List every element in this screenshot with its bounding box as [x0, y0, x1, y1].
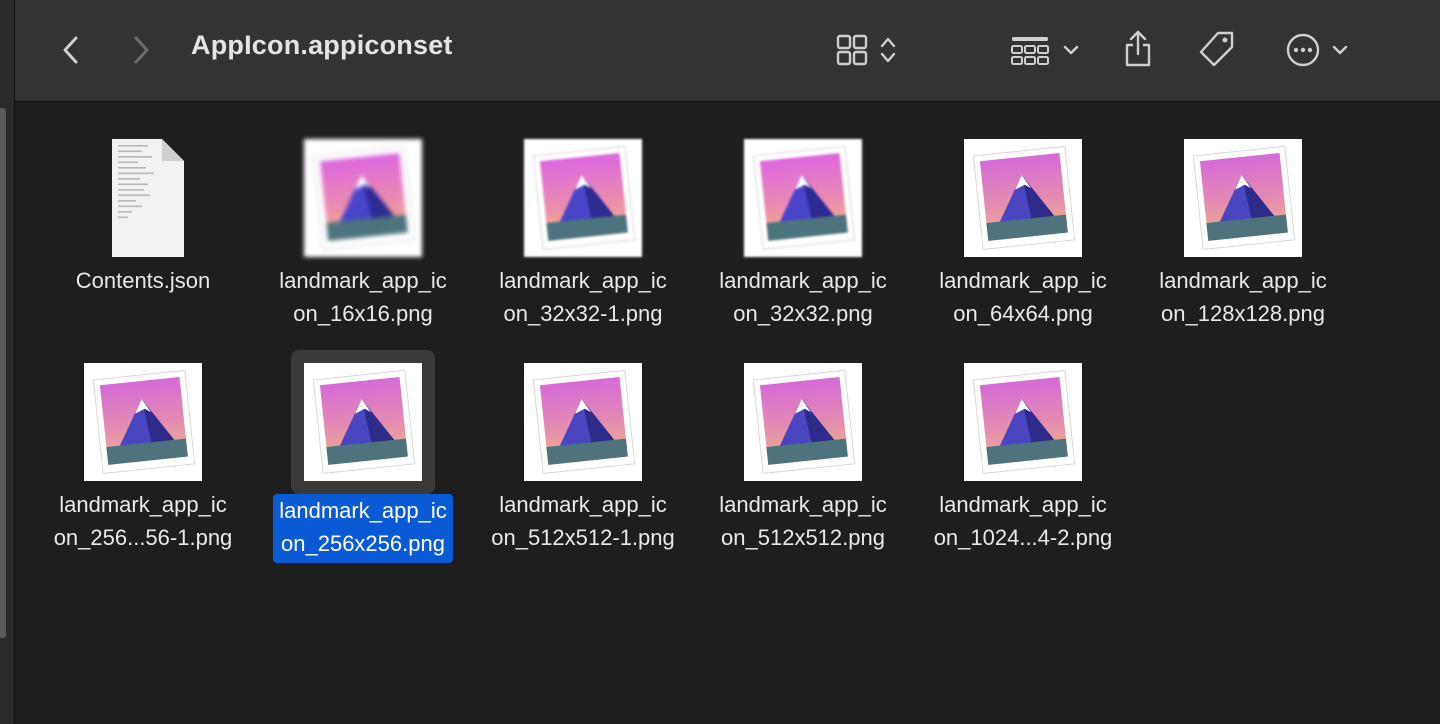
- file-name: landmark_app_ic on_256...56-1.png: [33, 488, 253, 554]
- file-name-line-1: landmark_app_ic: [939, 492, 1107, 517]
- file-name: landmark_app_ic on_128x128.png: [1133, 264, 1353, 330]
- file-thumbnail-frame: [731, 126, 875, 270]
- file-thumbnail-frame: [511, 126, 655, 270]
- file-name-line-1: landmark_app_ic: [939, 268, 1107, 293]
- file-name-line-2: on_16x16.png: [293, 301, 433, 326]
- file-name-line-2: on_256...56-1.png: [53, 525, 233, 550]
- file-thumbnail-frame: [511, 350, 655, 494]
- file-item[interactable]: landmark_app_ic on_32x32.png: [693, 126, 913, 336]
- chevron-down-icon: [1332, 45, 1348, 55]
- file-item[interactable]: landmark_app_ic on_256x256.png: [253, 350, 473, 563]
- file-name-line-2: on_256x256.png: [281, 531, 445, 556]
- file-thumbnail-frame: [951, 126, 1095, 270]
- file-thumbnail-frame: [731, 350, 875, 494]
- file-name-line-2: on_128x128.png: [1161, 301, 1325, 326]
- chevron-left-icon: [63, 36, 78, 64]
- toolbar: AppIcon.appiconset: [15, 0, 1440, 102]
- png-thumbnail-icon: [524, 363, 642, 481]
- chevron-right-icon: [134, 36, 149, 64]
- group-by-button[interactable]: [1005, 28, 1085, 72]
- file-name: landmark_app_ic on_64x64.png: [913, 264, 1133, 330]
- tag-button[interactable]: [1193, 26, 1241, 72]
- file-name-line-1: landmark_app_ic: [279, 498, 447, 523]
- back-button[interactable]: [51, 30, 91, 70]
- file-thumbnail-frame: [71, 350, 215, 494]
- file-item[interactable]: landmark_app_ic on_128x128.png: [1133, 126, 1353, 336]
- file-item[interactable]: Contents.json: [33, 126, 253, 336]
- file-name-line-1: landmark_app_ic: [719, 268, 887, 293]
- file-item[interactable]: landmark_app_ic on_64x64.png: [913, 126, 1133, 336]
- file-name-line-2: on_1024...4-2.png: [933, 525, 1113, 550]
- file-name: landmark_app_ic on_512x512-1.png: [473, 488, 693, 554]
- file-grid: Contents.json landmark_app_ic on_16x16.png…: [15, 102, 1440, 724]
- ellipsis-circle-icon: [1286, 33, 1320, 67]
- file-name: landmark_app_ic on_16x16.png: [253, 264, 473, 330]
- json-file-icon: [84, 139, 202, 257]
- file-name-line-1: landmark_app_ic: [1159, 268, 1327, 293]
- file-thumbnail-frame: [71, 126, 215, 270]
- file-name-line-2: on_32x32-1.png: [503, 301, 663, 326]
- file-name-line-2: on_512x512.png: [721, 525, 885, 550]
- png-thumbnail-icon: [524, 139, 642, 257]
- png-thumbnail-icon: [964, 363, 1082, 481]
- more-actions-button[interactable]: [1277, 28, 1357, 72]
- file-item[interactable]: landmark_app_ic on_256...56-1.png: [33, 350, 253, 560]
- file-name-line-1: landmark_app_ic: [499, 268, 667, 293]
- file-item[interactable]: landmark_app_ic on_512x512.png: [693, 350, 913, 560]
- file-item[interactable]: landmark_app_ic on_16x16.png: [253, 126, 473, 336]
- png-thumbnail-icon: [964, 139, 1082, 257]
- file-name: Contents.json: [33, 264, 253, 297]
- share-button[interactable]: [1115, 24, 1161, 72]
- file-name-line-1: landmark_app_ic: [719, 492, 887, 517]
- file-name: landmark_app_ic on_1024...4-2.png: [913, 488, 1133, 554]
- file-name: landmark_app_ic on_256x256.png: [253, 494, 473, 563]
- forward-button[interactable]: [121, 30, 161, 70]
- file-name: landmark_app_ic on_512x512.png: [693, 488, 913, 554]
- grid-view-icon: [836, 34, 868, 66]
- file-item[interactable]: landmark_app_ic on_1024...4-2.png: [913, 350, 1133, 560]
- file-thumbnail-frame: [951, 350, 1095, 494]
- png-thumbnail-icon: [304, 139, 422, 257]
- file-name-line-1: landmark_app_ic: [59, 492, 227, 517]
- file-name-line-2: on_512x512-1.png: [491, 525, 675, 550]
- chevron-down-icon: [1063, 45, 1079, 55]
- file-item[interactable]: landmark_app_ic on_512x512-1.png: [473, 350, 693, 560]
- file-name-line-1: landmark_app_ic: [279, 268, 447, 293]
- file-thumbnail-frame: [291, 350, 435, 494]
- png-thumbnail-icon: [744, 139, 862, 257]
- file-name-line-2: on_64x64.png: [953, 301, 1093, 326]
- file-name-line-1: landmark_app_ic: [499, 492, 667, 517]
- up-down-chevron-icon: [880, 37, 896, 63]
- file-item[interactable]: landmark_app_ic on_32x32-1.png: [473, 126, 693, 336]
- selection-highlight: landmark_app_ic on_256x256.png: [273, 494, 453, 563]
- png-thumbnail-icon: [1184, 139, 1302, 257]
- tag-icon: [1199, 31, 1234, 67]
- file-thumbnail-frame: [291, 126, 435, 270]
- file-name: landmark_app_ic on_32x32.png: [693, 264, 913, 330]
- file-name-line-1: Contents.json: [75, 268, 211, 293]
- png-thumbnail-icon: [304, 363, 422, 481]
- file-thumbnail-frame: [1171, 126, 1315, 270]
- file-name-line-2: on_32x32.png: [733, 301, 873, 326]
- share-icon: [1125, 30, 1151, 67]
- file-name: landmark_app_ic on_32x32-1.png: [473, 264, 693, 330]
- window-title: AppIcon.appiconset: [191, 30, 453, 60]
- png-thumbnail-icon: [84, 363, 202, 481]
- group-by-icon: [1011, 37, 1049, 65]
- png-thumbnail-icon: [744, 363, 862, 481]
- view-mode-button[interactable]: [827, 28, 907, 72]
- sidebar-scrollbar[interactable]: [0, 108, 6, 638]
